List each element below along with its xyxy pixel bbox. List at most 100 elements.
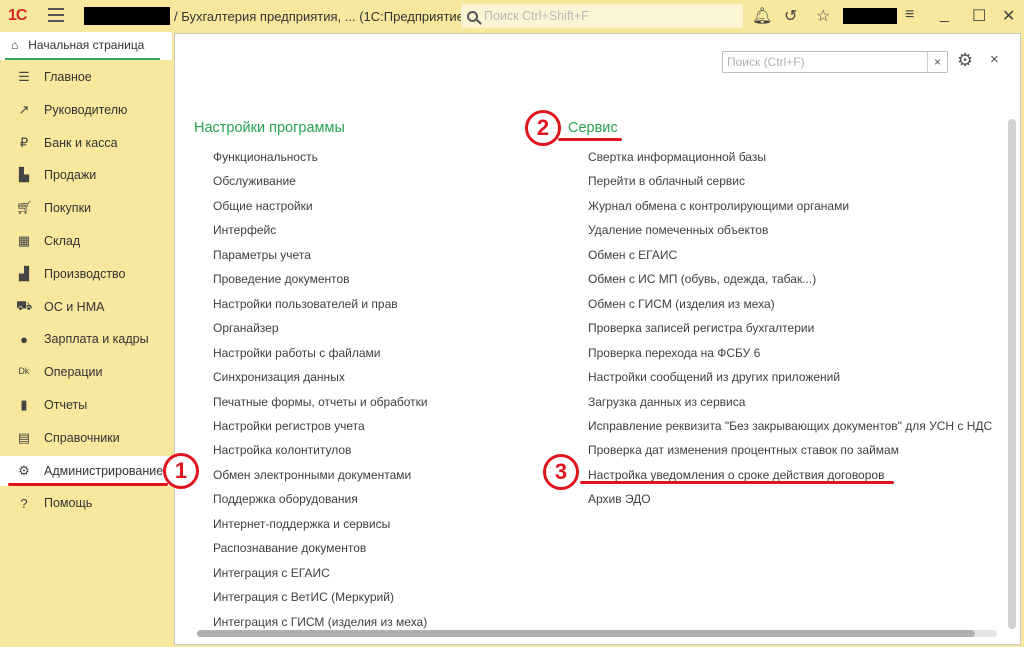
bell-icon[interactable]: 🔔︎ <box>752 6 772 26</box>
settings-link[interactable]: Обмен с ИС МП (обувь, одежда, табак...) <box>588 272 816 286</box>
settings-link[interactable]: Перейти в облачный сервис <box>588 174 745 188</box>
settings-link[interactable]: Синхронизация данных <box>213 370 345 384</box>
person-icon: ● <box>20 331 28 347</box>
settings-link[interactable]: Интеграция с ГИСМ (изделия из меха) <box>213 615 427 629</box>
settings-link[interactable]: Интеграция с ВетИС (Меркурий) <box>213 590 394 604</box>
sidebar-item[interactable]: 🛒︎ Покупки <box>0 193 172 223</box>
settings-link[interactable]: Общие настройки <box>213 199 313 213</box>
settings-link[interactable]: Распознавание документов <box>213 541 366 555</box>
settings-link[interactable]: Проверка записей регистра бухгалтерии <box>588 321 814 335</box>
settings-link[interactable]: Загрузка данных из сервиса <box>588 395 745 409</box>
sidebar-item[interactable]: ☰ Главное <box>0 62 172 92</box>
vertical-scrollbar[interactable] <box>1008 119 1016 629</box>
title-bar: 1С / Бухгалтерия предприятия, ... (1С:Пр… <box>0 0 1024 32</box>
redacted-block <box>84 7 170 25</box>
form-search-input[interactable]: Поиск (Ctrl+F) × <box>722 51 948 73</box>
sidebar-item[interactable]: ▟ Производство <box>0 259 172 289</box>
settings-link[interactable]: Параметры учета <box>213 248 311 262</box>
sidebar-item-label: Администрирование <box>44 463 164 478</box>
sidebar-item-label: Справочники <box>44 430 120 445</box>
annotation-underline-1 <box>8 483 168 486</box>
sidebar-item-label: Покупки <box>44 201 92 216</box>
settings-link[interactable]: Настройки работы с файлами <box>213 346 380 360</box>
window-title: / Бухгалтерия предприятия, ... (1С:Предп… <box>174 9 469 24</box>
sidebar-item-label: Банк и касса <box>44 135 118 150</box>
close-window-icon[interactable]: ✕ <box>1002 6 1015 26</box>
settings-link[interactable]: Печатные формы, отчеты и обработки <box>213 395 428 409</box>
settings-link[interactable]: Настройки сообщений из других приложений <box>588 370 840 384</box>
sidebar-item[interactable]: ▦ Склад <box>0 226 172 256</box>
truck-icon: ⛟ <box>16 297 33 313</box>
menu-icon: ☰ <box>18 69 30 84</box>
settings-link[interactable]: Проверка дат изменения процентных ставок… <box>588 443 899 457</box>
global-search-input[interactable]: Поиск Ctrl+Shift+F <box>461 4 743 28</box>
warehouse-icon: ▦ <box>17 233 31 248</box>
sidebar-item[interactable]: ▤ Справочники <box>0 423 172 453</box>
trend-icon: ↗ <box>18 101 30 117</box>
clear-search-button[interactable]: × <box>927 52 947 72</box>
settings-dropdown-icon[interactable]: ≡ <box>905 6 914 24</box>
horizontal-scrollbar[interactable] <box>197 630 975 637</box>
settings-link[interactable]: Органайзер <box>213 321 279 335</box>
tab-home[interactable]: ⌂ Начальная страница <box>5 32 160 60</box>
settings-link[interactable]: Обмен с ЕГАИС <box>588 248 677 262</box>
sidebar-item-label: Склад <box>44 234 81 248</box>
books-icon: ▤ <box>17 429 31 445</box>
search-placeholder: Поиск Ctrl+Shift+F <box>484 9 589 23</box>
settings-link[interactable]: Исправление реквизита "Без закрывающих д… <box>588 419 992 433</box>
history-icon[interactable]: ↺ <box>784 6 797 26</box>
settings-link[interactable]: Интеграция с ЕГАИС <box>213 566 330 580</box>
annotation-1: 1 <box>163 453 199 489</box>
dt-kt-icon: ᴰᵏ <box>18 364 30 380</box>
settings-link[interactable]: Проведение документов <box>213 272 350 286</box>
settings-link[interactable]: Функциональность <box>213 150 318 164</box>
gear-icon[interactable]: ⚙ <box>957 50 973 71</box>
annotation-underline-2 <box>558 138 622 141</box>
help-icon: ? <box>20 495 28 511</box>
sidebar-item[interactable]: ▮ Отчеты <box>0 390 172 420</box>
sidebar-item[interactable]: ● Зарплата и кадры <box>0 324 172 354</box>
sidebar-item[interactable]: ▙ Продажи <box>0 160 172 190</box>
home-icon: ⌂ <box>11 38 19 52</box>
close-panel-button[interactable]: × <box>990 51 999 68</box>
star-icon[interactable]: ☆ <box>816 6 830 26</box>
sidebar-item-label: Продажи <box>44 168 97 183</box>
section-title-service: Сервис <box>568 120 618 136</box>
bar-chart-icon: ▮ <box>20 397 28 412</box>
section-title-settings: Настройки программы <box>194 120 345 136</box>
settings-link[interactable]: Обмен электронными документами <box>213 468 411 482</box>
settings-link[interactable]: Свертка информационной базы <box>588 150 766 164</box>
settings-link[interactable]: Проверка перехода на ФСБУ 6 <box>588 346 760 360</box>
sidebar-item[interactable]: ᴰᵏ Операции <box>0 357 172 387</box>
settings-link[interactable]: Интернет-поддержка и сервисы <box>213 517 390 531</box>
sidebar-item[interactable]: ₽ Банк и касса <box>0 128 172 158</box>
maximize-icon[interactable]: ☐ <box>972 6 986 26</box>
settings-link[interactable]: Настройки регистров учета <box>213 419 365 433</box>
main-menu-icon[interactable] <box>48 8 64 22</box>
annotation-underline-3 <box>580 481 894 484</box>
sidebar-item[interactable]: ⚙ Администрирование <box>0 455 172 486</box>
sidebar-item[interactable]: ? Помощь <box>0 488 172 518</box>
settings-link[interactable]: Обмен с ГИСМ (изделия из меха) <box>588 297 775 311</box>
settings-link[interactable]: Журнал обмена с контролирующими органами <box>588 199 849 213</box>
redacted-user <box>843 8 897 24</box>
factory-icon: ▟ <box>19 265 29 281</box>
settings-link[interactable]: Обслуживание <box>213 174 296 188</box>
sidebar-item-label: Главное <box>44 70 92 84</box>
annotation-2: 2 <box>525 110 561 146</box>
settings-link[interactable]: Настройка уведомления о сроке действия д… <box>588 468 884 482</box>
sidebar-item-label: Производство <box>44 266 126 281</box>
settings-link[interactable]: Поддержка оборудования <box>213 492 358 506</box>
sidebar-item[interactable]: ↗ Руководителю <box>0 95 172 125</box>
settings-link[interactable]: Удаление помеченных объектов <box>588 223 768 237</box>
cart-icon: 🛒︎ <box>16 200 33 216</box>
search-placeholder: Поиск (Ctrl+F) <box>727 55 805 69</box>
sidebar-item[interactable]: ⛟ ОС и НМА <box>0 292 172 322</box>
settings-link[interactable]: Настройки пользователей и прав <box>213 297 398 311</box>
settings-link[interactable]: Архив ЭДО <box>588 492 651 506</box>
minimize-icon[interactable]: _ <box>940 6 949 24</box>
sidebar-item-label: ОС и НМА <box>44 299 105 314</box>
ruble-icon: ₽ <box>19 134 29 150</box>
settings-link[interactable]: Настройка колонтитулов <box>213 443 351 457</box>
settings-link[interactable]: Интерфейс <box>213 223 276 237</box>
